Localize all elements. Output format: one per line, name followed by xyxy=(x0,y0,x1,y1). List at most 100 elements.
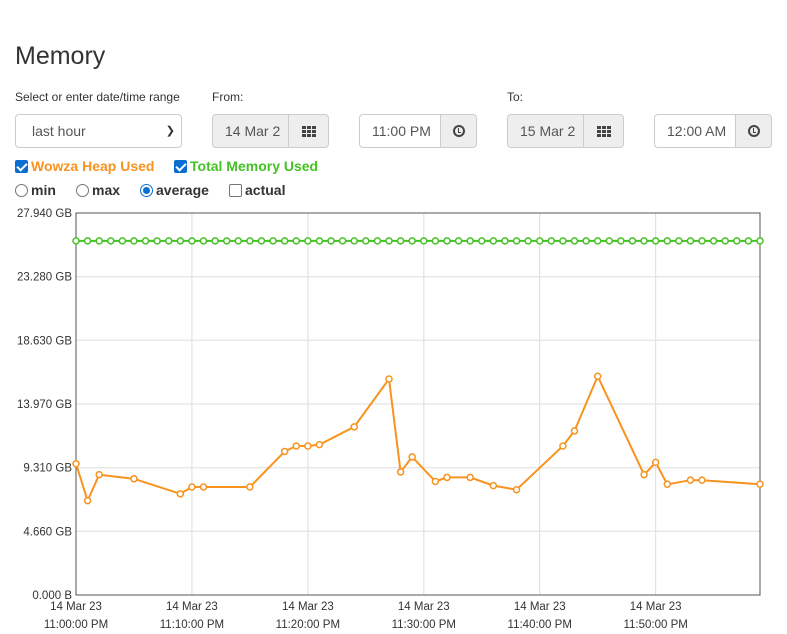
data-point-wowza-heap xyxy=(83,496,92,505)
total-memory-label: Total Memory Used xyxy=(190,158,319,174)
series-line-wowza-heap xyxy=(75,373,761,504)
to-time-picker-button[interactable] xyxy=(735,114,772,148)
data-point-total-memory xyxy=(153,237,161,245)
x-tick-time: 11:10:00 PM xyxy=(160,619,224,631)
wowza-heap-checkbox[interactable] xyxy=(15,159,28,173)
data-point-wowza-heap xyxy=(176,490,185,498)
x-tick-date: 14 Mar 23 xyxy=(630,601,682,613)
range-select[interactable]: last hour ❯ xyxy=(15,114,182,148)
from-time-picker-button[interactable] xyxy=(440,114,477,148)
min-radio[interactable] xyxy=(15,183,28,197)
data-point-total-memory xyxy=(733,237,741,245)
x-tick-time: 11:50:00 PM xyxy=(623,619,687,631)
average-radio[interactable] xyxy=(140,183,153,197)
data-point-total-memory xyxy=(327,237,335,245)
clock-icon xyxy=(747,125,760,137)
data-point-wowza-heap xyxy=(593,372,602,380)
data-point-total-memory xyxy=(489,237,498,245)
data-point-total-memory xyxy=(280,237,289,245)
x-tick-date: 14 Mar 23 xyxy=(282,601,334,613)
data-point-total-memory xyxy=(512,237,521,245)
data-point-total-memory xyxy=(663,237,672,245)
data-point-total-memory xyxy=(83,237,92,245)
actual-checkbox[interactable] xyxy=(229,183,242,197)
data-point-total-memory xyxy=(675,237,683,245)
clock-icon xyxy=(452,125,465,137)
data-point-wowza-heap xyxy=(315,440,324,449)
to-date-picker-button[interactable] xyxy=(583,114,624,148)
calendar-icon xyxy=(596,125,611,137)
data-point-wowza-heap xyxy=(686,476,695,484)
to-time-input[interactable]: 12:00 AM xyxy=(654,114,735,148)
data-point-wowza-heap xyxy=(199,483,208,491)
data-point-total-memory xyxy=(304,237,312,245)
data-point-total-memory xyxy=(130,237,138,245)
chevron-down-icon: ❯ xyxy=(165,125,175,137)
range-select-value: last hour xyxy=(32,123,86,139)
data-point-total-memory xyxy=(524,237,532,245)
data-point-wowza-heap xyxy=(466,473,474,482)
agg-min[interactable]: min xyxy=(15,182,56,198)
toggle-wowza-heap[interactable]: Wowza Heap Used xyxy=(15,158,154,174)
to-label: To: xyxy=(507,90,524,104)
x-tick-date: 14 Mar 23 xyxy=(398,601,450,613)
data-point-total-memory xyxy=(478,237,486,245)
data-point-total-memory xyxy=(686,237,695,245)
data-point-total-memory xyxy=(559,237,567,245)
data-point-total-memory xyxy=(269,237,277,245)
from-time-input[interactable]: 11:00 PM xyxy=(359,114,440,148)
max-radio[interactable] xyxy=(76,183,89,197)
data-point-wowza-heap xyxy=(130,475,138,483)
x-tick-time: 11:20:00 PM xyxy=(276,619,340,631)
y-tick-label: 13.970 GB xyxy=(17,399,72,411)
y-tick-label: 23.280 GB xyxy=(17,272,72,284)
to-date-input[interactable]: 15 Mar 2 xyxy=(507,114,583,148)
agg-actual[interactable]: actual xyxy=(229,182,285,198)
data-point-total-memory xyxy=(338,237,347,245)
agg-average[interactable]: average xyxy=(140,182,209,198)
data-point-total-memory xyxy=(535,237,544,245)
toggle-total-memory[interactable]: Total Memory Used xyxy=(174,158,318,174)
data-point-wowza-heap xyxy=(651,458,660,467)
data-point-wowza-heap xyxy=(559,442,567,450)
data-point-total-memory xyxy=(617,237,625,245)
from-date-input[interactable]: 14 Mar 2 xyxy=(212,114,288,148)
data-point-wowza-heap xyxy=(396,468,405,476)
y-tick-label: 18.630 GB xyxy=(17,335,72,347)
data-point-total-memory xyxy=(628,237,637,245)
x-tick-time: 11:30:00 PM xyxy=(392,619,456,631)
data-point-total-memory xyxy=(593,237,602,245)
data-point-wowza-heap xyxy=(489,481,498,490)
y-tick-label: 27.940 GB xyxy=(17,208,72,220)
total-memory-checkbox[interactable] xyxy=(174,159,187,173)
data-point-total-memory xyxy=(454,237,463,245)
data-point-wowza-heap xyxy=(246,483,254,491)
data-point-wowza-heap xyxy=(512,485,521,494)
data-point-wowza-heap xyxy=(431,477,440,486)
data-point-wowza-heap xyxy=(698,476,706,484)
data-point-total-memory xyxy=(72,237,80,245)
data-point-total-memory xyxy=(420,237,428,245)
data-point-total-memory xyxy=(164,237,173,245)
calendar-icon xyxy=(301,125,316,137)
data-point-total-memory xyxy=(721,237,729,245)
from-date-picker-button[interactable] xyxy=(288,114,329,148)
data-point-total-memory xyxy=(582,237,590,245)
data-point-total-memory xyxy=(199,237,208,245)
data-point-total-memory xyxy=(118,237,127,245)
data-point-wowza-heap xyxy=(640,470,648,479)
data-point-total-memory xyxy=(350,237,358,245)
data-point-total-memory xyxy=(466,237,474,245)
data-point-wowza-heap xyxy=(95,470,103,479)
data-point-wowza-heap xyxy=(443,473,451,482)
data-point-total-memory xyxy=(651,237,660,245)
min-label: min xyxy=(31,182,56,198)
data-point-wowza-heap xyxy=(756,480,764,489)
y-tick-label: 4.660 GB xyxy=(23,526,72,538)
data-point-total-memory xyxy=(222,237,231,245)
data-point-wowza-heap xyxy=(188,483,196,491)
data-point-total-memory xyxy=(95,237,103,245)
agg-max[interactable]: max xyxy=(76,182,120,198)
data-point-total-memory xyxy=(431,237,440,245)
actual-label: actual xyxy=(245,182,286,198)
